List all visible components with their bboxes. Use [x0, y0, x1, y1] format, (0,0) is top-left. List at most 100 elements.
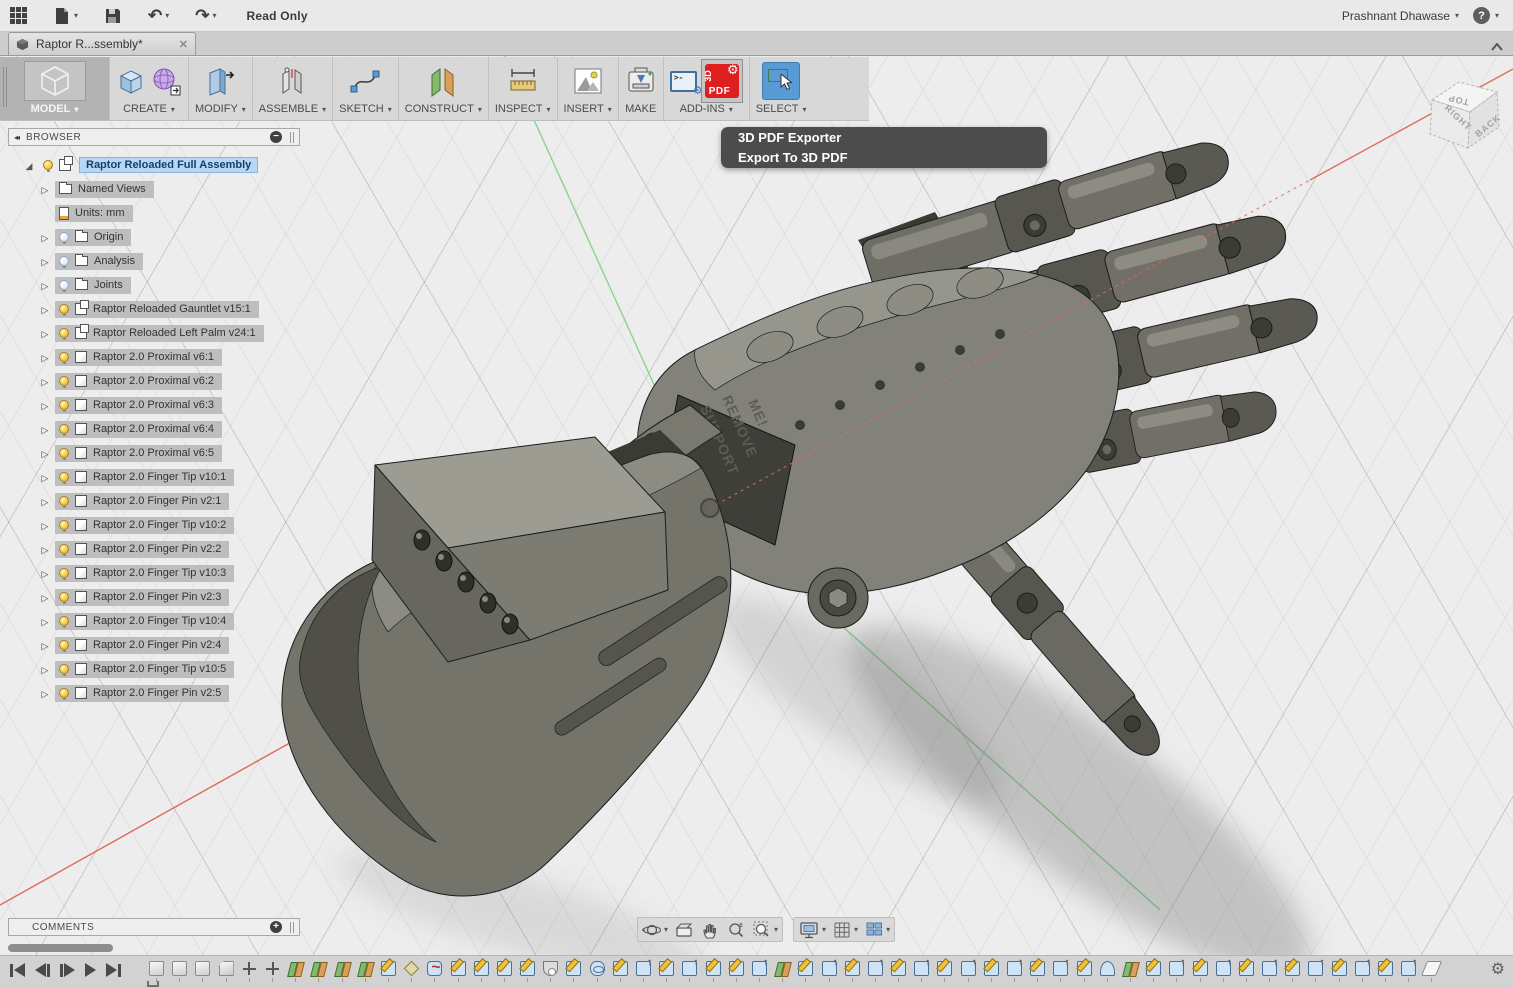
tree-item[interactable]: Raptor 2.0 Finger Pin v2:3: [55, 589, 229, 606]
feature-icon[interactable]: [1216, 961, 1231, 976]
tree-item[interactable]: Units: mm: [55, 205, 133, 222]
feature-icon[interactable]: [636, 961, 651, 976]
feature-icon[interactable]: [1146, 961, 1161, 976]
tree-expander-icon[interactable]: [22, 156, 36, 174]
tree-expander-icon[interactable]: [38, 444, 52, 462]
feature-icon[interactable]: [520, 961, 535, 976]
timeline-feature[interactable]: [470, 961, 493, 982]
timeline-feature[interactable]: [1073, 961, 1096, 982]
ribbon-group-construct[interactable]: CONSTRUCT▾: [399, 57, 489, 120]
timeline-feature[interactable]: [586, 961, 609, 982]
tree-expander-icon[interactable]: [38, 396, 52, 414]
feature-icon[interactable]: [752, 961, 767, 976]
timeline-feature[interactable]: [748, 961, 771, 982]
view-cube[interactable]: TOP RIGHT BACK: [1412, 60, 1513, 165]
minimize-icon[interactable]: −: [270, 131, 282, 143]
chevron-down-icon[interactable]: ▾: [165, 11, 169, 20]
create-form-icon[interactable]: [150, 65, 182, 97]
feature-icon[interactable]: [1030, 961, 1045, 976]
timeline-feature[interactable]: [702, 961, 725, 982]
tree-item[interactable]: Raptor 2.0 Proximal v6:1: [55, 349, 222, 366]
feature-icon[interactable]: [1193, 961, 1208, 976]
help-menu[interactable]: ? ▾: [1473, 7, 1499, 24]
timeline-feature[interactable]: [609, 961, 632, 982]
feature-icon[interactable]: [427, 961, 442, 976]
tree-item[interactable]: Joints: [55, 277, 131, 294]
tree-item[interactable]: Raptor 2.0 Finger Pin v2:2: [55, 541, 229, 558]
feature-icon[interactable]: [474, 961, 489, 976]
menu-item-3d-pdf-exporter[interactable]: 3D PDF Exporter: [721, 128, 1047, 148]
timeline-feature[interactable]: [632, 961, 655, 982]
ribbon-group-select[interactable]: SELECT▾: [750, 57, 813, 120]
user-menu[interactable]: Prashnant Dhawase ▾: [1342, 9, 1459, 23]
feature-icon[interactable]: [381, 961, 396, 976]
feature-icon[interactable]: [1421, 961, 1442, 976]
feature-icon[interactable]: [914, 961, 929, 976]
tree-item[interactable]: Raptor Reloaded Gauntlet v15:1: [55, 301, 259, 318]
chevron-down-icon[interactable]: ▾: [854, 925, 858, 934]
timeline-feature[interactable]: [400, 961, 423, 982]
chevron-down-icon[interactable]: ▾: [774, 925, 778, 934]
timeline-feature[interactable]: [377, 961, 400, 982]
feature-icon[interactable]: [1123, 961, 1138, 976]
timeline-feature[interactable]: [516, 961, 539, 982]
feature-icon[interactable]: [1053, 961, 1068, 976]
insert-image-icon[interactable]: [572, 66, 604, 96]
timeline-feature[interactable]: [562, 961, 585, 982]
feature-icon[interactable]: [1355, 961, 1370, 976]
feature-icon[interactable]: [1378, 961, 1393, 976]
timeline-feature[interactable]: [933, 961, 956, 982]
feature-icon[interactable]: [265, 961, 280, 976]
create-primitive-icon[interactable]: [116, 65, 146, 97]
chevron-down-icon[interactable]: ▾: [242, 105, 246, 114]
timeline-position-marker[interactable]: [147, 981, 159, 987]
feature-icon[interactable]: [497, 961, 512, 976]
timeline-feature[interactable]: [1212, 961, 1235, 982]
visibility-bulb-icon[interactable]: [59, 256, 69, 266]
feature-icon[interactable]: [404, 961, 420, 977]
tree-expander-icon[interactable]: [38, 180, 52, 198]
zoom-window-button[interactable]: ▾: [752, 920, 778, 940]
tree-expander-icon[interactable]: [38, 276, 52, 294]
feature-icon[interactable]: [543, 961, 558, 976]
feature-icon[interactable]: [659, 961, 674, 976]
feature-icon[interactable]: [335, 961, 350, 976]
visibility-bulb-icon[interactable]: [59, 616, 69, 626]
tree-expander-icon[interactable]: [38, 492, 52, 510]
feature-icon[interactable]: [1308, 961, 1323, 976]
pan-button[interactable]: [700, 920, 720, 940]
timeline-feature[interactable]: [655, 961, 678, 982]
feature-icon[interactable]: [172, 961, 187, 976]
feature-icon[interactable]: [219, 961, 234, 976]
tree-item[interactable]: Raptor 2.0 Proximal v6:5: [55, 445, 222, 462]
add-comment-icon[interactable]: +: [270, 921, 282, 933]
tree-expander-icon[interactable]: [38, 516, 52, 534]
timeline-feature[interactable]: [1374, 961, 1397, 982]
timeline-feature[interactable]: [307, 961, 330, 982]
timeline-feature[interactable]: [331, 961, 354, 982]
feature-icon[interactable]: [566, 961, 581, 976]
timeline-feature[interactable]: [1258, 961, 1281, 982]
visibility-bulb-icon[interactable]: [59, 352, 69, 362]
panel-drag-handle[interactable]: [290, 132, 294, 143]
feature-icon[interactable]: [195, 961, 210, 976]
grid-snap-button[interactable]: ▾: [832, 920, 858, 940]
tree-expander-icon[interactable]: [38, 420, 52, 438]
timeline-feature[interactable]: [354, 961, 377, 982]
timeline-feature[interactable]: [817, 961, 840, 982]
tree-expander-icon[interactable]: [38, 252, 52, 270]
feature-icon[interactable]: [845, 961, 860, 976]
file-menu-button[interactable]: ▾: [53, 6, 78, 26]
feature-icon[interactable]: [590, 961, 605, 976]
go-to-start-button[interactable]: [10, 963, 25, 977]
feature-icon[interactable]: [288, 961, 303, 976]
menu-item-export-to-3d-pdf[interactable]: Export To 3D PDF: [721, 148, 1047, 168]
tree-item[interactable]: Raptor 2.0 Finger Tip v10:2: [55, 517, 234, 534]
tree-expander-icon[interactable]: [38, 612, 52, 630]
tree-item[interactable]: Origin: [55, 229, 131, 246]
feature-icon[interactable]: [984, 961, 999, 976]
tree-expander-icon[interactable]: [38, 588, 52, 606]
tree-item[interactable]: Raptor Reloaded Left Palm v24:1: [55, 325, 264, 342]
chevron-down-icon[interactable]: ▾: [171, 105, 175, 114]
feature-icon[interactable]: [1007, 961, 1022, 976]
